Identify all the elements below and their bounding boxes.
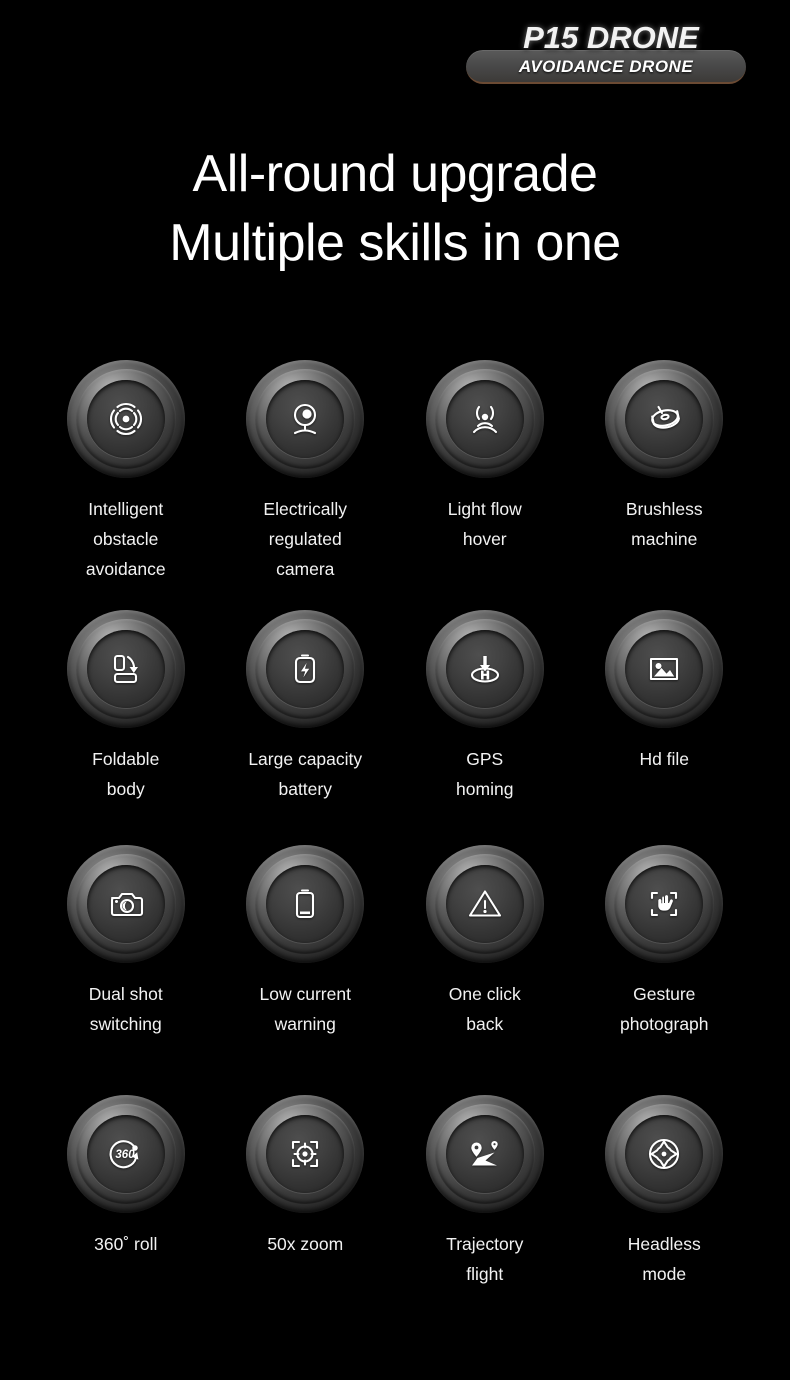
low-battery-icon [296,889,315,919]
feature-item-obstacle-avoidance[interactable]: Intelligent obstacle avoidance [36,360,216,610]
feature-label: One click back [448,984,521,1035]
feature-item-gesture-photograph[interactable]: Gesture photograph [575,845,755,1095]
feature-item-one-click-back[interactable]: One click back [395,845,575,1095]
camera-gimbal-icon [294,403,317,435]
hd-image-icon [650,657,679,681]
feature-label: GPS homing [456,749,514,800]
feature-label: Intelligent obstacle avoidance [85,499,166,580]
feature-item-trajectory-flight[interactable]: Trajectory flight [395,1095,575,1330]
brand-title: P15 DRONE [523,20,699,55]
warning-triangle-icon [468,890,501,917]
feature-item-optical-flow[interactable]: Light flow hover [395,360,575,610]
feature-button[interactable] [246,1095,365,1213]
feature-row: Foldable body Large capacity battery GPS… [36,610,754,845]
feature-button[interactable] [425,360,544,478]
feature-label: Brushless machine [625,499,703,550]
feature-button[interactable] [425,845,544,963]
feature-button[interactable] [66,845,185,963]
feature-item-foldable-body[interactable]: Foldable body [36,610,216,845]
360-roll-icon: 360 [109,1140,139,1169]
feature-button[interactable] [605,845,724,963]
feature-item-50x-zoom[interactable]: 50x zoom [216,1095,396,1330]
feature-label: Large capacity battery [248,749,363,800]
feature-item-hd-file[interactable]: Hd file [575,610,755,845]
feature-button[interactable] [425,1095,544,1213]
feature-label: 360˚ roll [94,1234,158,1254]
feature-item-360-roll[interactable]: 360 360˚ roll [36,1095,216,1330]
feature-label: Light flow hover [447,499,522,550]
battery-charge-icon [295,654,316,684]
feature-grid: Intelligent obstacle avoidance Electricall… [36,360,754,1330]
page-title: All-round upgrade Multiple skills in one [0,140,790,277]
feature-label: Headless mode [627,1234,701,1285]
feature-button[interactable] [246,610,365,728]
feature-label: Low current warning [259,984,351,1035]
feature-row: Intelligent obstacle avoidance Electricall… [36,360,754,610]
feature-item-gps-homing[interactable]: GPS homing [395,610,575,845]
brushless-motor-icon [651,405,681,429]
feature-label: Gesture photograph [619,984,709,1035]
feature-label: 50x zoom [267,1234,344,1254]
feature-button[interactable] [605,360,724,478]
feature-label: Electrically regulated camera [263,499,348,580]
feature-item-battery-capacity[interactable]: Large capacity battery [216,610,396,845]
feature-button[interactable] [246,360,365,478]
feature-button[interactable] [66,610,185,728]
foldable-body-icon [113,654,138,684]
obstacle-avoidance-icon [109,403,142,435]
feature-button[interactable] [605,610,724,728]
feature-button[interactable] [605,1095,724,1213]
feature-item-headless-mode[interactable]: Headless mode [575,1095,755,1330]
svg-text:360: 360 [115,1149,135,1161]
feature-button[interactable]: 360 [66,1095,185,1213]
feature-label: Dual shot switching [88,984,163,1035]
feature-item-low-current[interactable]: Low current warning [216,845,396,1095]
feature-item-camera-gimbal[interactable]: Electrically regulated camera [216,360,396,610]
zoom-crosshair-icon [292,1140,319,1168]
gesture-hand-icon [651,891,678,917]
headless-compass-icon [649,1138,680,1170]
feature-item-dual-shot[interactable]: Dual shot switching [36,845,216,1095]
optical-flow-icon [472,405,497,434]
headline-line-2: Multiple skills in one [169,213,621,272]
feature-row: 360 360˚ roll 50x zoom Trajectory flight… [36,1095,754,1330]
feature-button[interactable] [66,360,185,478]
camera-icon [110,892,143,917]
feature-item-brushless-motor[interactable]: Brushless machine [575,360,755,610]
headline-line-1: All-round upgrade [192,145,598,203]
feature-label: Hd file [639,749,690,769]
trajectory-route-icon [471,1141,498,1166]
feature-label: Trajectory flight [446,1234,524,1285]
feature-button[interactable] [246,845,365,963]
feature-row: Dual shotswitching Low currentwarning [36,845,754,1095]
feature-button[interactable] [425,610,544,728]
gps-homing-icon [470,656,499,683]
header: AVOIDANCE DRONE P15 DRONE [0,0,790,120]
feature-label: Foldable body [92,749,160,800]
